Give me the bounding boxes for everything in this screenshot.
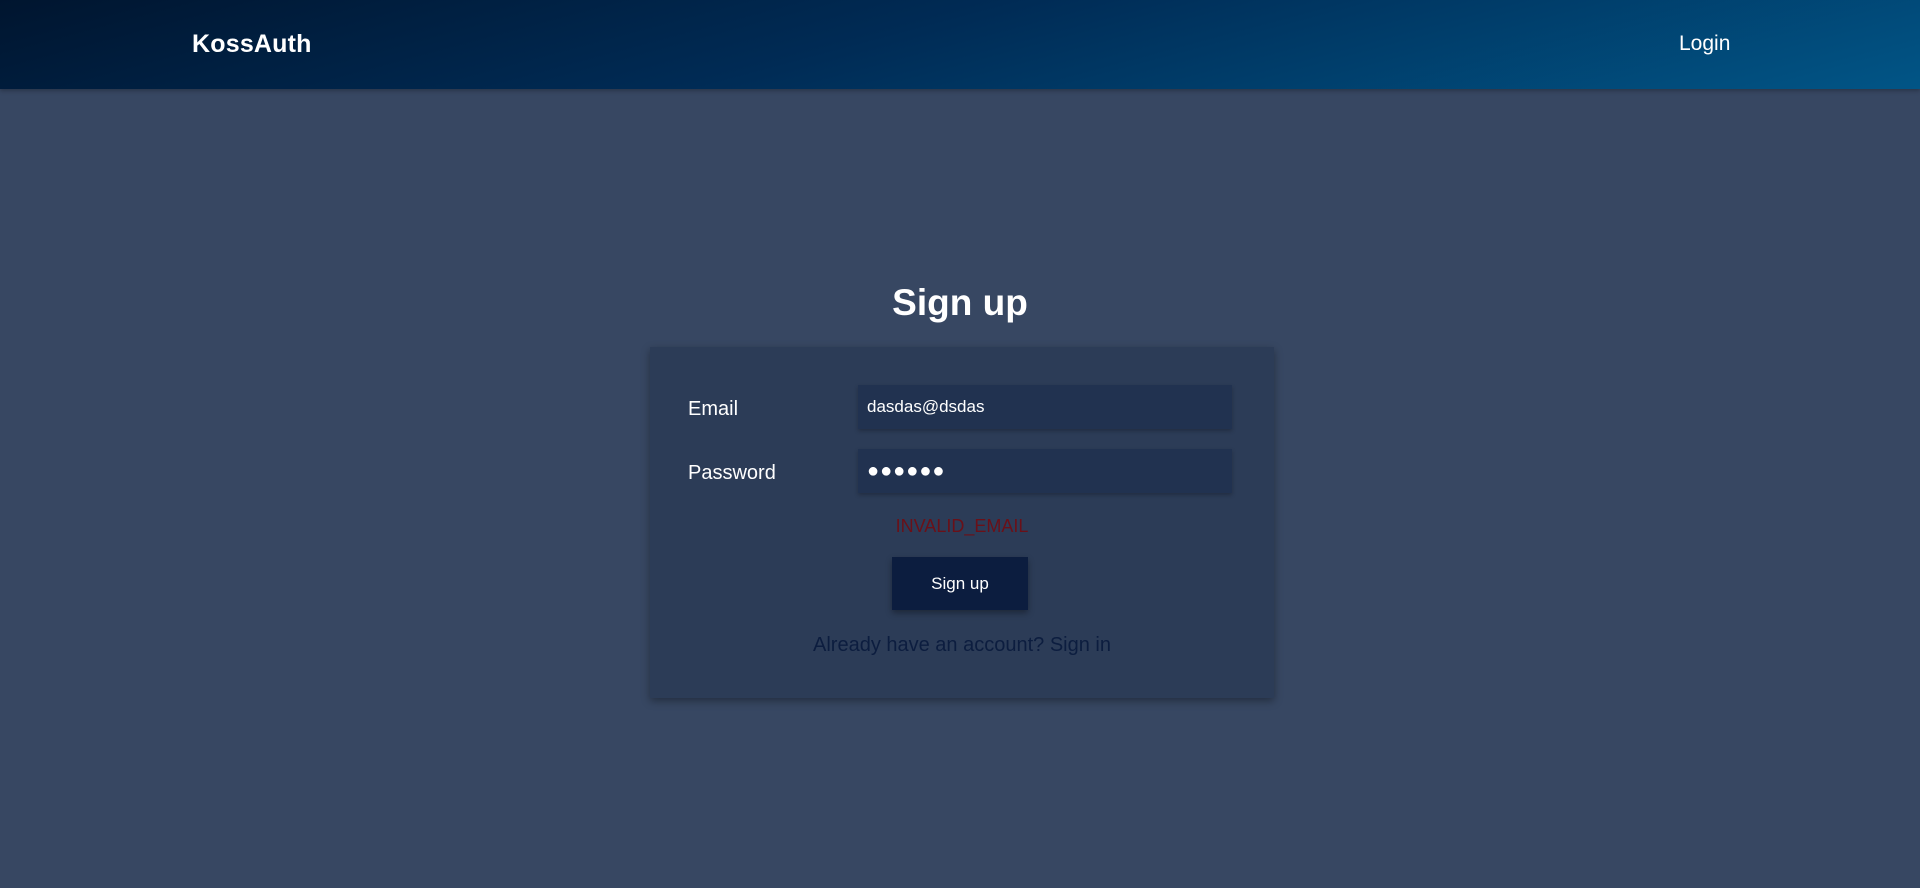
password-field[interactable] bbox=[858, 449, 1232, 493]
signin-link[interactable]: Already have an account? Sign in bbox=[650, 634, 1274, 657]
brand-logo[interactable]: KossAuth bbox=[192, 30, 312, 59]
signup-button[interactable]: Sign up bbox=[892, 557, 1028, 610]
email-field[interactable] bbox=[858, 385, 1232, 429]
nav-login-link[interactable]: Login bbox=[1679, 32, 1730, 56]
email-label: Email bbox=[688, 398, 739, 420]
error-message: INVALID_EMAIL bbox=[895, 516, 1029, 536]
signup-form-card: Email Password INVALID_EMAIL Sign up Alr… bbox=[650, 347, 1274, 698]
password-label: Password bbox=[688, 462, 776, 484]
top-navbar: KossAuth Login bbox=[0, 0, 1920, 89]
page-title: Sign up bbox=[892, 282, 1028, 323]
